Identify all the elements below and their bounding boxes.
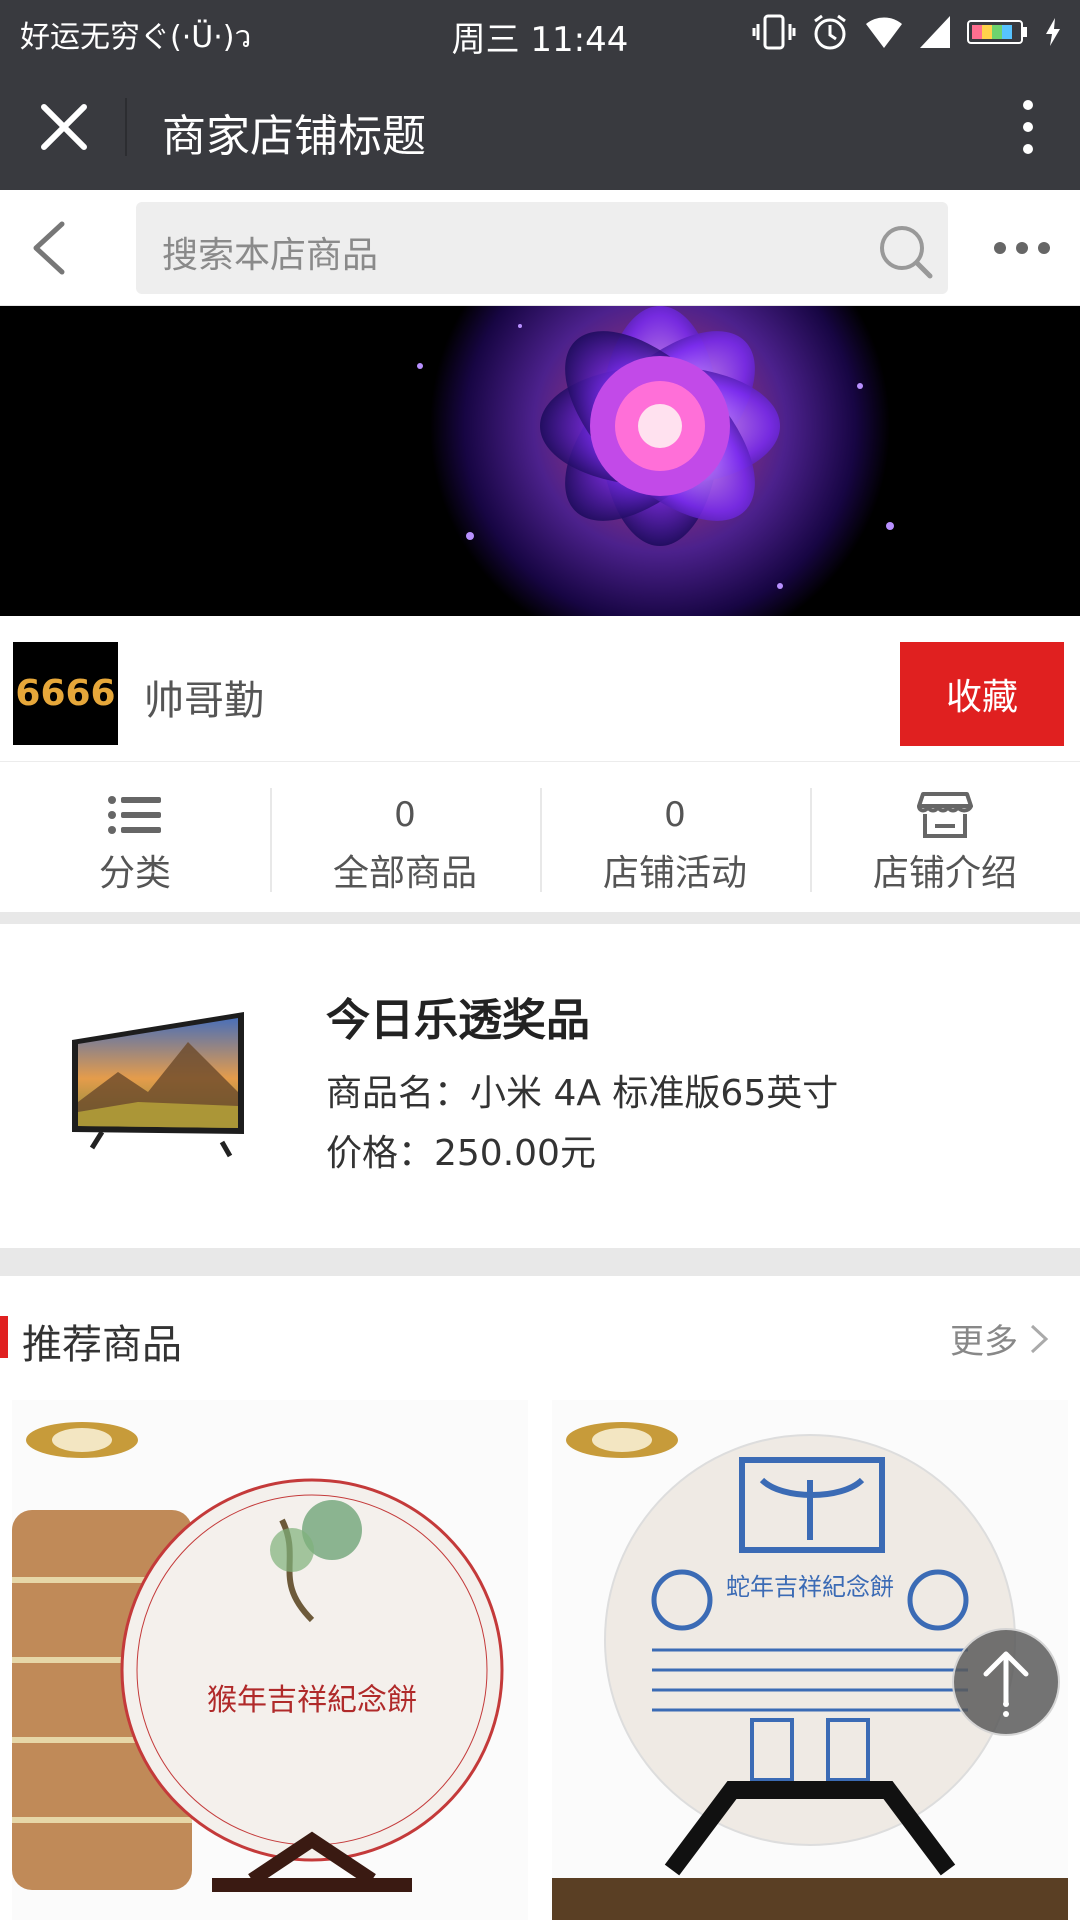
divider: [125, 98, 127, 156]
search-row: 搜索本店商品: [0, 190, 1080, 306]
close-icon[interactable]: [36, 99, 92, 155]
nav-label: 分类: [98, 853, 171, 894]
nav-count: 0: [664, 795, 686, 835]
recommended-header: 推荐商品 更多: [0, 1276, 1080, 1400]
charging-icon: [1046, 18, 1060, 46]
more-link[interactable]: 更多: [950, 1314, 1050, 1363]
lottery-price: 价格：250.00元: [326, 1133, 596, 1174]
list-icon: [108, 796, 161, 834]
product-print-text: 蛇年吉祥紀念餅: [726, 1573, 894, 1601]
back-chevron-icon[interactable]: [28, 218, 68, 278]
arrow-up-icon: [983, 1651, 1029, 1717]
brand-emblem: [566, 1422, 678, 1458]
lottery-product-name: 商品名：小米 4A 标准版65英寸: [326, 1073, 839, 1114]
nav-count: 0: [394, 795, 416, 835]
nav-shop-intro[interactable]: 店铺介绍: [810, 762, 1080, 912]
search-input[interactable]: 搜索本店商品: [136, 202, 948, 294]
product-grid: 猴年吉祥紀念餅 蛇年吉祥紀念餅: [0, 1400, 1080, 1920]
tv-product-image: [72, 1012, 244, 1158]
nav-label: 店铺活动: [602, 853, 747, 894]
shop-name: 帅哥勤: [144, 678, 264, 724]
title-bar: 商家店铺标题: [0, 64, 1080, 190]
shop-banner[interactable]: [0, 306, 1080, 616]
flower-banner-image: [0, 306, 1080, 616]
nav-all-products[interactable]: 0 全部商品: [270, 762, 540, 912]
vibrate-icon: [752, 14, 796, 50]
recommended-title: 推荐商品: [22, 1322, 182, 1368]
signal-icon: [920, 16, 950, 48]
section-separator: [0, 912, 1080, 924]
shop-nav: 分类 0 全部商品 0 店铺活动 店铺介绍: [0, 762, 1080, 912]
tea-cake-image: 猴年吉祥紀念餅: [12, 1400, 528, 1920]
search-placeholder: 搜索本店商品: [162, 235, 379, 276]
lottery-prize-card[interactable]: 今日乐透奖品 商品名：小米 4A 标准版65英寸 价格：250.00元: [0, 924, 1080, 1248]
shop-info: 6666 帅哥勤 收藏: [0, 616, 1080, 762]
nav-label: 全部商品: [332, 853, 477, 894]
wifi-icon: [866, 17, 902, 48]
status-bar: 好运无穷ぐ(·Ü·)ว 周三 11:44: [0, 0, 1080, 64]
page-title: 商家店铺标题: [162, 111, 426, 162]
chevron-right-icon: [1030, 1324, 1049, 1353]
lottery-heading: 今日乐透奖品: [326, 995, 590, 1046]
more-label: 更多: [950, 1322, 1018, 1362]
nav-label: 店铺介绍: [872, 853, 1017, 894]
favorite-button[interactable]: 收藏: [900, 642, 1064, 746]
search-icon[interactable]: [876, 222, 934, 280]
scroll-to-top-button[interactable]: [952, 1628, 1060, 1736]
status-icons: [752, 10, 1062, 54]
brand-emblem: [26, 1422, 138, 1458]
shop-logo[interactable]: 6666: [13, 642, 118, 745]
alarm-icon: [814, 14, 846, 50]
more-horizontal-icon[interactable]: [992, 238, 1052, 258]
product-card[interactable]: 猴年吉祥紀念餅: [12, 1400, 528, 1920]
nav-shop-activities[interactable]: 0 店铺活动: [540, 762, 810, 912]
more-vertical-icon[interactable]: [1016, 99, 1040, 155]
product-print-text: 猴年吉祥紀念餅: [207, 1683, 417, 1718]
battery-icon: [967, 20, 1027, 44]
section-separator: [0, 1248, 1080, 1276]
accent-bar: [0, 1316, 8, 1358]
store-icon: [917, 792, 973, 838]
nav-category[interactable]: 分类: [0, 762, 270, 912]
